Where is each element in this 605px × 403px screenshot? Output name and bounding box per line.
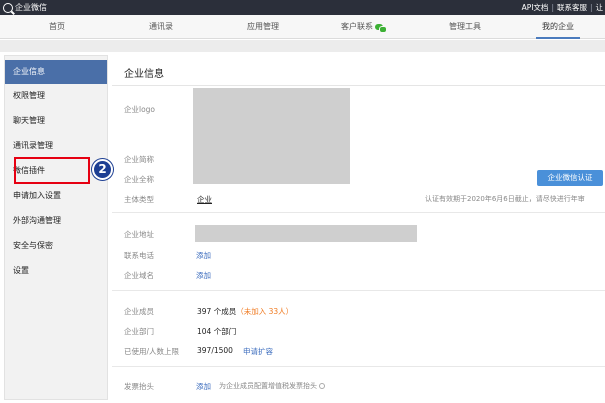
members-label: 企业成员 xyxy=(124,307,154,316)
sidebar-item-contacts-management[interactable]: 通讯录管理 xyxy=(5,134,107,158)
divider: | xyxy=(551,3,554,12)
header-spacer xyxy=(0,40,605,52)
limit-label: 已使用/人数上限 xyxy=(124,347,180,356)
expand-capacity-link[interactable]: 申请扩容 xyxy=(243,346,273,357)
wechat-icon xyxy=(375,23,387,33)
divider xyxy=(112,85,605,86)
wework-logo-icon xyxy=(3,2,13,13)
sidebar-item-security[interactable]: 安全与保密 xyxy=(5,234,107,258)
add-invoice-link[interactable]: 添加 xyxy=(196,381,211,392)
contact-support-link[interactable]: 联系客服 xyxy=(557,0,587,15)
subject-type-value: 企业 xyxy=(197,195,212,204)
sidebar-item-permissions[interactable]: 权限管理 xyxy=(5,84,107,108)
info-icon xyxy=(319,383,325,389)
invoice-label: 发票抬头 xyxy=(124,382,154,391)
sidebar-item-join-settings[interactable]: 申请加入设置 xyxy=(5,184,107,208)
sidebar-item-external-communication[interactable]: 外部沟通管理 xyxy=(5,209,107,233)
logo-label: 企业logo xyxy=(124,105,156,114)
short-name-label: 企业简称 xyxy=(124,155,154,164)
top-link-truncated[interactable]: 让 xyxy=(596,0,604,15)
divider xyxy=(112,290,605,291)
members-value: 397 个成员（未加入 33人） xyxy=(197,307,294,316)
address-label: 企业地址 xyxy=(124,230,154,239)
page-title: 企业信息 xyxy=(124,69,164,80)
verify-button[interactable]: 企业微信认证 xyxy=(537,170,603,186)
verify-note: 认证有效期于2020年6月6日截止，请尽快进行年审 xyxy=(425,195,585,203)
add-phone-link[interactable]: 添加 xyxy=(196,250,211,261)
sidebar: 企业信息 权限管理 聊天管理 通讯录管理 微信插件 申请加入设置 外部沟通管理 … xyxy=(4,55,108,400)
limit-value: 397/1500 xyxy=(197,346,233,355)
phone-label: 联系电话 xyxy=(124,251,154,260)
highlight-box xyxy=(14,157,90,184)
divider: | xyxy=(589,3,593,12)
nav-home[interactable]: 首页 xyxy=(49,15,65,39)
nav-app-management[interactable]: 应用管理 xyxy=(247,15,279,39)
step-badge: 2 xyxy=(92,159,113,180)
nav-management-tools[interactable]: 管理工具 xyxy=(449,15,481,39)
add-domain-link[interactable]: 添加 xyxy=(196,270,211,281)
sidebar-item-enterprise-info[interactable]: 企业信息 xyxy=(5,60,107,84)
sidebar-item-settings[interactable]: 设置 xyxy=(5,259,107,283)
nav-customer-contact[interactable]: 客户联系 xyxy=(341,15,387,39)
brand-logo[interactable]: 企业微信 xyxy=(3,1,47,14)
departments-label: 企业部门 xyxy=(124,327,154,336)
divider xyxy=(112,212,605,213)
top-links: API文档 | 联系客服 | 让 xyxy=(522,0,603,15)
divider xyxy=(112,366,605,367)
nav-contacts[interactable]: 通讯录 xyxy=(149,15,173,39)
domain-label: 企业域名 xyxy=(124,271,154,280)
top-bar: 企业微信 API文档 | 联系客服 | 让 xyxy=(0,0,605,15)
full-name-label: 企业全称 xyxy=(124,175,154,184)
main-nav: 首页 通讯录 应用管理 客户联系 管理工具 我的企业 xyxy=(0,15,605,39)
redacted-logo-image[interactable] xyxy=(193,88,350,184)
subject-type-label: 主体类型 xyxy=(124,195,154,204)
sidebar-item-chat-management[interactable]: 聊天管理 xyxy=(5,109,107,133)
members-pending[interactable]: （未加入 33人） xyxy=(236,307,293,316)
invoice-note: 为企业成员配置增值税发票抬头 xyxy=(219,381,325,391)
departments-value: 104 个部门 xyxy=(197,327,237,336)
redacted-address xyxy=(195,225,417,242)
nav-my-enterprise[interactable]: 我的企业 xyxy=(536,15,580,39)
api-docs-link[interactable]: API文档 xyxy=(522,0,549,15)
brand-name: 企业微信 xyxy=(15,3,47,12)
